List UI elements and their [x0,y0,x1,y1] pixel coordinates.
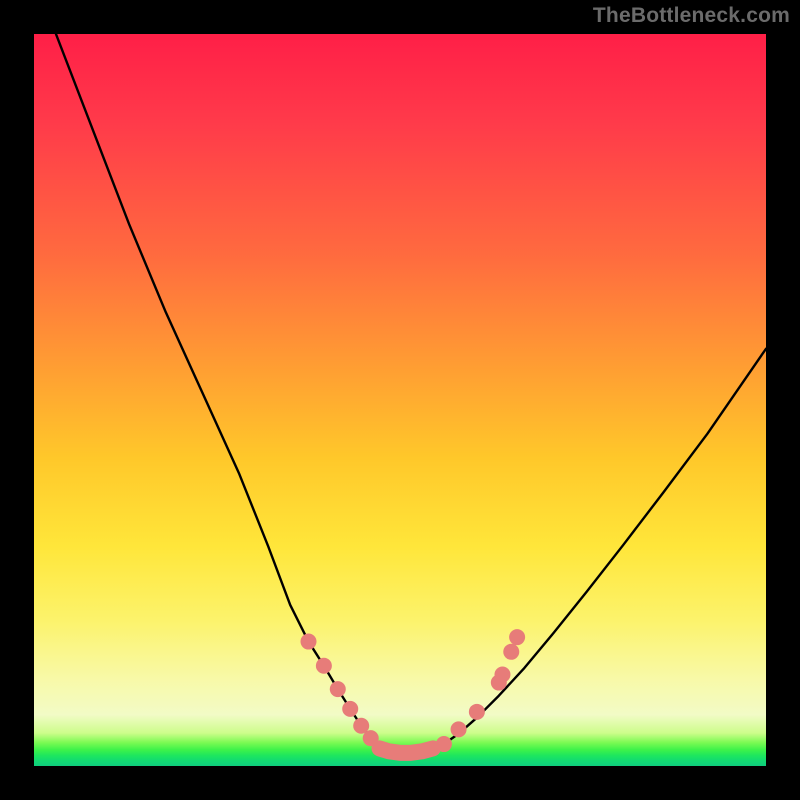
plot-area [34,34,766,766]
curve-marker [451,721,467,737]
curve-marker [330,681,346,697]
curve-marker [469,704,485,720]
curve-marker [316,658,332,674]
curve-marker [494,667,510,683]
curve-marker [342,701,358,717]
bottleneck-curve [56,34,766,753]
curve-marker [509,629,525,645]
watermark-text: TheBottleneck.com [593,4,790,28]
curve-marker [363,730,379,746]
curve-marker [301,634,317,650]
curve-marker [436,736,452,752]
v-curve-path [56,34,766,753]
chart-stage: TheBottleneck.com [0,0,800,800]
trough-marker-bar [380,748,433,752]
curve-marker [503,644,519,660]
curve-markers [301,629,526,753]
curve-layer [34,34,766,766]
